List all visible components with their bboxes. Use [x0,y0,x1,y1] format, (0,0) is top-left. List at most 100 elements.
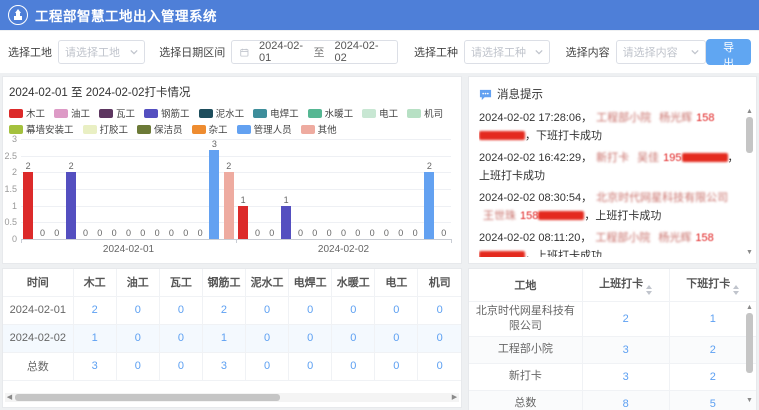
bar-slot[interactable]: 0 [322,139,336,239]
summary-cell-value[interactable]: 0 [332,324,375,352]
scroll-left-icon[interactable]: ◀ [5,393,14,402]
message-item[interactable]: 2024-02-02 16:42:29，新打卡吴佳195，上班打卡成功 [479,149,740,185]
bar[interactable] [209,150,219,239]
bar-slot[interactable]: 0 [394,139,408,239]
bar-slot[interactable]: 2 [222,139,236,239]
bar-slot[interactable]: 0 [150,139,164,239]
bar-slot[interactable]: 0 [107,139,121,239]
bar[interactable] [238,206,248,239]
export-button[interactable]: 导出 [706,39,751,65]
site-column-header[interactable]: 上班打卡 [582,269,669,301]
summary-cell-value[interactable]: 0 [116,296,159,324]
legend-item[interactable]: 保洁员 [137,122,183,136]
scroll-right-icon[interactable]: ▶ [450,393,459,402]
scroll-down-icon[interactable]: ▼ [745,248,754,257]
sort-icon[interactable] [733,285,739,295]
bar-slot[interactable]: 0 [365,139,379,239]
bar[interactable] [424,172,434,239]
date-range-picker[interactable]: 2024-02-01 至 2024-02-02 [231,40,398,64]
summary-cell-value[interactable]: 0 [332,352,375,380]
legend-item[interactable]: 钢筋工 [144,106,190,120]
date-end-value[interactable]: 2024-02-02 [325,40,390,64]
summary-cell-value[interactable]: 1 [73,324,116,352]
summary-cell-value[interactable]: 0 [418,296,461,324]
bar-slot[interactable]: 0 [78,139,92,239]
summary-cell-value[interactable]: 3 [202,352,245,380]
summary-cell-value[interactable]: 0 [375,296,418,324]
date-start-value[interactable]: 2024-02-01 [249,40,314,64]
legend-item[interactable]: 打胶工 [83,122,129,136]
summary-cell-value[interactable]: 0 [418,324,461,352]
bar-slot[interactable]: 0 [136,139,150,239]
sort-desc-icon[interactable] [733,291,739,295]
scrollbar-thumb[interactable] [746,313,753,373]
checkout-count[interactable]: 1 [669,301,756,336]
summary-cell-value[interactable]: 0 [332,296,375,324]
checkin-count[interactable]: 3 [582,336,669,363]
summary-cell-value[interactable]: 0 [289,324,332,352]
summary-cell-value[interactable]: 0 [375,352,418,380]
bar-slot[interactable]: 0 [351,139,365,239]
bar[interactable] [66,172,76,239]
message-scrollbar[interactable]: ▲ ▼ [745,107,754,257]
site-column-header[interactable]: 下班打卡 [669,269,756,301]
bar-slot[interactable]: 0 [293,139,307,239]
bar-slot[interactable]: 0 [179,139,193,239]
legend-item[interactable]: 幕墙安装工 [9,122,74,136]
summary-h-scrollbar[interactable]: ◀ ▶ [5,393,459,402]
summary-cell-value[interactable]: 1 [202,324,245,352]
legend-item[interactable]: 瓦工 [99,106,135,120]
site-scrollbar[interactable]: ▲ ▼ [745,303,754,405]
bar-slot[interactable]: 0 [437,139,451,239]
bar-slot[interactable]: 0 [93,139,107,239]
legend-item[interactable]: 泥水工 [199,106,245,120]
worktype-select[interactable]: 请选择工种 [464,40,550,64]
checkin-count[interactable]: 3 [582,363,669,390]
legend-item[interactable]: 油工 [54,106,90,120]
bar-slot[interactable]: 2 [422,139,436,239]
bar-slot[interactable]: 3 [207,139,221,239]
message-item[interactable]: 2024-02-02 08:11:20，工程部小院杨光辉158，上班打卡成功 [479,229,740,257]
bar-slot[interactable]: 2 [21,139,35,239]
bar-slot[interactable]: 0 [336,139,350,239]
scrollbar-thumb[interactable] [746,117,753,153]
bar-slot[interactable]: 0 [379,139,393,239]
summary-cell-value[interactable]: 0 [116,352,159,380]
sort-desc-icon[interactable] [646,291,652,295]
bar[interactable] [224,172,234,239]
scrollbar-thumb[interactable] [15,394,280,401]
legend-item[interactable]: 电工 [362,106,398,120]
summary-cell-value[interactable]: 0 [375,324,418,352]
summary-cell-value[interactable]: 0 [289,296,332,324]
bar-slot[interactable]: 0 [121,139,135,239]
legend-item[interactable]: 木工 [9,106,45,120]
scroll-down-icon[interactable]: ▼ [745,396,754,405]
summary-cell-value[interactable]: 0 [246,352,289,380]
summary-cell-value[interactable]: 0 [246,324,289,352]
checkout-count[interactable]: 5 [669,390,756,410]
message-list[interactable]: 2024-02-02 17:28:06，工程部小院杨光辉158，下班打卡成功20… [479,109,740,257]
bar-slot[interactable]: 0 [193,139,207,239]
bar-slot[interactable]: 0 [164,139,178,239]
bar-slot[interactable]: 0 [265,139,279,239]
checkin-count[interactable]: 8 [582,390,669,410]
bar-slot[interactable]: 0 [50,139,64,239]
legend-item[interactable]: 水暖工 [308,106,354,120]
scroll-up-icon[interactable]: ▲ [745,303,754,312]
bar-slot[interactable]: 0 [308,139,322,239]
legend-item[interactable]: 管理人员 [237,122,292,136]
bar-slot[interactable]: 0 [250,139,264,239]
legend-item[interactable]: 机司 [407,106,443,120]
bar[interactable] [281,206,291,239]
scroll-up-icon[interactable]: ▲ [745,107,754,116]
summary-cell-value[interactable]: 0 [159,296,202,324]
checkin-count[interactable]: 2 [582,301,669,336]
summary-cell-value[interactable]: 0 [159,352,202,380]
sort-icon[interactable] [646,285,652,295]
summary-cell-value[interactable]: 0 [418,352,461,380]
site-select[interactable]: 请选择工地 [58,40,145,64]
bar[interactable] [23,172,33,239]
legend-item[interactable]: 电焊工 [253,106,299,120]
checkout-count[interactable]: 2 [669,336,756,363]
bar-slot[interactable]: 0 [35,139,49,239]
